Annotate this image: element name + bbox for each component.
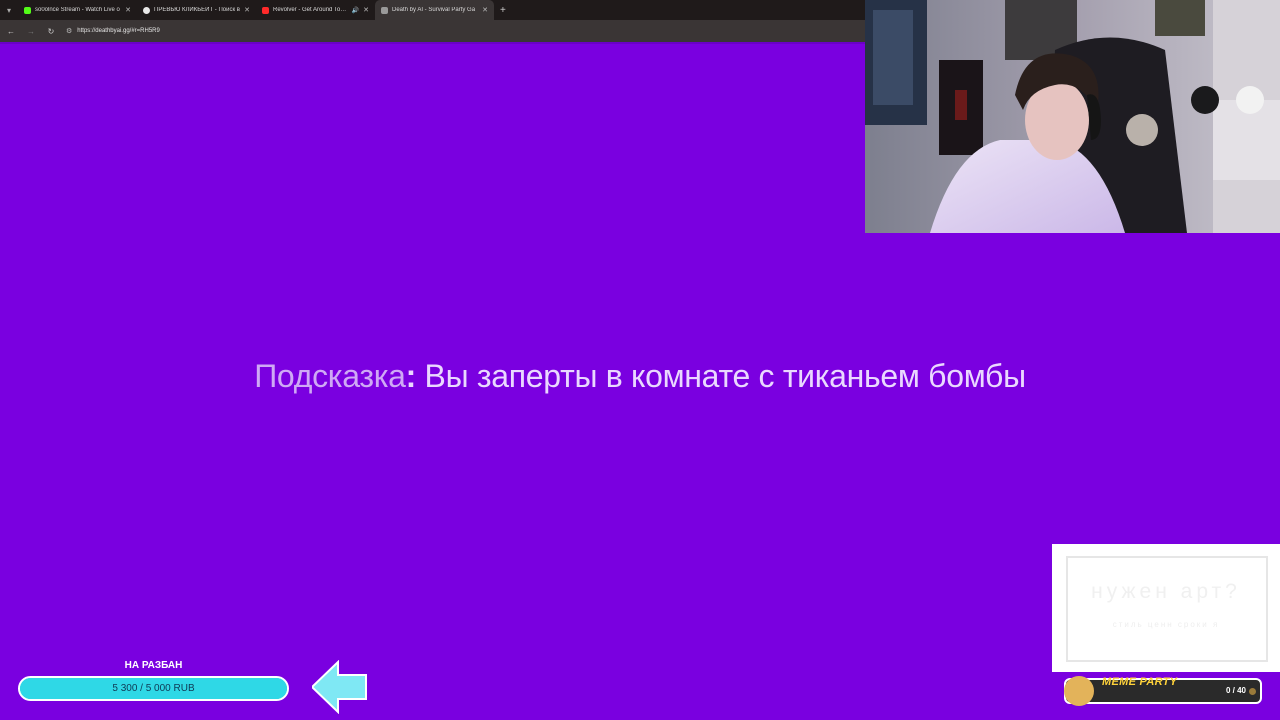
meme-party-widget: MEME PARTY 0 / 40 [1064,676,1262,706]
meme-party-count: 0 / 40 [1225,686,1246,695]
art-card-title: нужен арт? [1091,580,1241,603]
site-info-icon[interactable]: ⚙ [66,27,72,35]
kick-favicon-icon [24,6,31,14]
tab-search-icon[interactable]: ▾ [0,0,18,20]
coin-icon [1249,688,1256,695]
browser-toolbar: ← → ↻ ⚙ https://deathbyai.gg/#r=RH5R9 [0,20,866,42]
webcam-overlay [865,0,1280,233]
close-tab-icon[interactable]: ✕ [482,6,488,14]
url-text: https://deathbyai.gg/#r=RH5R9 [77,28,160,34]
doge-avatar-icon [1064,676,1094,706]
donation-goal-title: НА РАЗБАН [124,660,183,671]
meme-party-title: MEME PARTY [1102,676,1178,688]
close-tab-icon[interactable]: ✕ [125,6,131,14]
art-commission-card: нужен арт? стиль ценн сроки я [1052,544,1280,672]
tab-title: Death by AI - Survival Party Ga [392,7,476,13]
address-bar[interactable]: ⚙ https://deathbyai.gg/#r=RH5R9 [66,27,160,35]
tab-title: so0olnce Stream - Watch Live o [35,7,120,13]
game-hint: Подсказка: Вы заперты в комнате с тикань… [0,358,1280,395]
webcam-image [865,0,1280,233]
browser-tab-4-active[interactable]: Death by AI - Survival Party Ga ✕ [375,0,494,20]
hint-label: Подсказка [254,358,406,394]
page-top-divider [0,42,866,44]
forward-arrow-icon[interactable]: → [26,27,36,36]
donation-goal-amount: 5 300 / 5 000 RUB [112,683,195,694]
audio-playing-icon[interactable]: 🔊 [352,7,359,14]
tab-title: Revolver - Get Around Town [273,7,348,13]
art-card-frame [1066,556,1268,662]
art-card-subtitle: стиль ценн сроки я [1112,620,1220,629]
new-tab-icon[interactable]: + [494,5,512,16]
browser-tab-strip: ▾ so0olnce Stream - Watch Live o ✕ ПРЕВЬ… [0,0,866,20]
page-favicon-icon [381,6,388,14]
back-arrow-icon[interactable]: ← [6,27,16,36]
donation-goal-bar: 5 300 / 5 000 RUB [18,676,289,701]
hint-colon: : [405,358,417,394]
browser-tab-3[interactable]: Revolver - Get Around Town 🔊 ✕ [256,0,375,20]
browser-tab-2[interactable]: ПРЕВЬЮ КЛИКБЕЙТ - Поиск в ✕ [137,0,256,20]
left-arrow-icon [312,660,367,714]
close-tab-icon[interactable]: ✕ [363,6,369,14]
hint-text: Вы заперты в комнате с тиканьем бомбы [415,358,1027,394]
tab-title: ПРЕВЬЮ КЛИКБЕЙТ - Поиск в [154,7,240,13]
browser-tab-1[interactable]: so0olnce Stream - Watch Live o ✕ [18,0,137,20]
reload-icon[interactable]: ↻ [46,27,56,36]
youtube-favicon-icon [262,6,269,14]
close-tab-icon[interactable]: ✕ [244,6,250,14]
google-favicon-icon [143,6,150,14]
